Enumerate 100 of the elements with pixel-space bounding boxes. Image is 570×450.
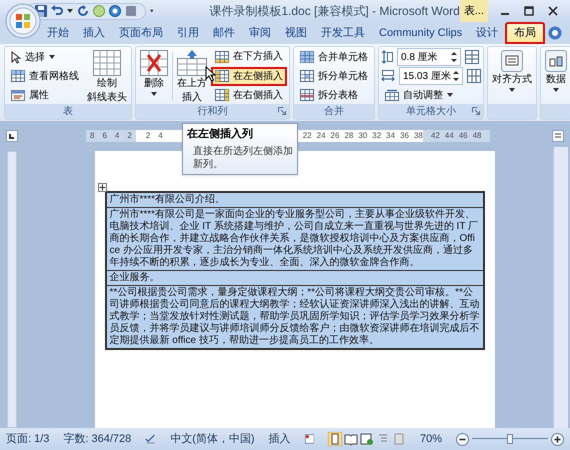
ruler-number: 48 xyxy=(472,130,482,142)
mouse-pointer-icon xyxy=(205,66,216,82)
window-title: 课件录制模板1.doc [兼容模式] - Microsoft Word xyxy=(209,3,460,20)
ribbon-large-button[interactable]: 对齐方式 xyxy=(490,48,534,92)
dialog-launcher-icon[interactable] xyxy=(278,107,286,115)
help-icon[interactable] xyxy=(548,26,562,40)
table-cell: **公司根据贵公司需求，量身定做课程大纲；**公司将课程大纲交贵公司审核。**公司讲师根据贵公司同意后的课程大纲教学；经软认证资深讲师深入浅出的讲解、互动式教学；当堂发放针对性测试题，帮助学员巩固所学知识；评估学员学习效果分析学员反馈，并将学员建议与讲师培训师分反馈给客户；由微软资深讲师在培训完成后不定期提供最新 office 技巧，帮助进一步提高员工的工作效率。 xyxy=(106,286,482,348)
ribbon-tab[interactable]: 审阅 xyxy=(242,22,278,44)
ruler-number: 46 xyxy=(458,130,468,142)
ruler-number: 6 xyxy=(102,130,107,142)
zoom-out-icon[interactable] xyxy=(456,432,469,446)
caret-icon xyxy=(150,9,154,13)
properties-icon xyxy=(11,89,25,101)
distribute-columns-icon[interactable] xyxy=(467,69,481,84)
table-icon xyxy=(11,70,25,82)
reading-layout-icon[interactable] xyxy=(344,432,358,446)
table-move-handle[interactable] xyxy=(98,183,106,192)
dialog-launcher-icon[interactable] xyxy=(472,107,480,115)
table-icon xyxy=(300,51,314,63)
ruler-number: 32 xyxy=(372,130,382,142)
insert-mode[interactable]: 插入 xyxy=(268,430,291,448)
ribbon-large-button[interactable]: 绘制 斜线表头 xyxy=(85,48,129,104)
ribbon-tab[interactable]: 页面布局 xyxy=(112,22,170,44)
ruler-number: 24 xyxy=(316,130,326,142)
delete-table-icon xyxy=(140,50,168,76)
distribute-rows-icon[interactable] xyxy=(465,50,479,64)
ribbon-tab[interactable]: 开始 xyxy=(40,22,76,44)
ruler-number: 44 xyxy=(444,130,454,142)
zoom-level[interactable]: 70% xyxy=(420,430,442,448)
insert-above-icon xyxy=(177,50,207,76)
proofing-icon[interactable] xyxy=(145,433,156,445)
ribbon-button[interactable]: 在下方插入 xyxy=(211,48,287,66)
word-count[interactable]: 字数: 364/728 xyxy=(63,430,132,448)
ribbon-button[interactable]: 自动调整 xyxy=(381,86,481,104)
ribbon-button[interactable]: 属性 xyxy=(7,86,83,104)
ribbon-large-button[interactable]: 删除 xyxy=(138,48,170,96)
field-value: 0.8 厘米 xyxy=(401,50,438,65)
autofit-icon xyxy=(385,89,399,102)
cursor-icon xyxy=(11,50,21,64)
ruler-toggle-icon[interactable] xyxy=(552,130,564,142)
field-value: 15.03 厘米 xyxy=(403,70,451,84)
undo-icon[interactable] xyxy=(51,5,64,17)
close-icon[interactable] xyxy=(548,6,558,16)
ruler-number: 22 xyxy=(302,130,312,142)
ruler-number: 36 xyxy=(400,130,409,142)
ruler-number: 2 xyxy=(146,130,150,142)
ribbon-tab[interactable]: 视图 xyxy=(278,22,314,44)
page-count[interactable]: 页面: 1/3 xyxy=(6,430,50,448)
ribbon-button[interactable]: 选择 xyxy=(7,48,83,66)
row-height-icon xyxy=(381,50,393,64)
size-field[interactable]: 15.03 厘米 xyxy=(399,67,463,86)
zoom-slider[interactable] xyxy=(472,434,548,444)
ribbon-button[interactable]: 拆分单元格 xyxy=(296,67,372,85)
maximize-icon[interactable] xyxy=(524,6,534,16)
ribbon-tab[interactable]: 插入 xyxy=(76,22,112,44)
ribbon-large-button[interactable]: 数据 xyxy=(543,48,569,92)
column-width-icon xyxy=(381,70,395,82)
language-status[interactable]: 中文(简体，中国) xyxy=(170,430,255,448)
contextual-tab-label: 表... xyxy=(460,0,488,22)
ribbon-tab[interactable]: Community Clips xyxy=(372,22,470,44)
table-icon xyxy=(215,89,229,102)
ribbon-button[interactable]: 查看网格线 xyxy=(7,67,83,85)
redo-icon[interactable] xyxy=(77,5,90,17)
web-layout-icon[interactable] xyxy=(360,432,374,446)
size-field[interactable]: 0.8 厘米 xyxy=(397,48,461,66)
tab-selector-button[interactable] xyxy=(6,130,18,142)
ribbon-tab[interactable]: 布局 xyxy=(505,22,546,44)
tooltip-description: 直接在所选列左侧添加新列。 xyxy=(192,145,293,171)
zoom-in-icon[interactable] xyxy=(551,432,564,446)
ruler-number: 2 xyxy=(127,130,132,142)
ruler-number: 4 xyxy=(158,130,163,142)
data-icon xyxy=(545,50,567,72)
caret-icon xyxy=(67,9,74,13)
circle-icon[interactable] xyxy=(109,5,122,17)
table-cell: 企业服务。 xyxy=(106,271,482,286)
ribbon-button[interactable]: 合并单元格 xyxy=(296,48,372,66)
group-label: 表 xyxy=(63,105,73,118)
print-layout-icon[interactable] xyxy=(328,432,342,446)
ribbon-tab[interactable]: 邮件 xyxy=(206,22,242,44)
group-label: 行和列 xyxy=(198,105,228,118)
ruler-number: 8 xyxy=(90,130,94,142)
group-label: 单元格大小 xyxy=(406,105,456,118)
spinner-icon xyxy=(451,51,457,64)
ribbon-large-button[interactable]: 在上方 插入 xyxy=(175,48,209,104)
macro-record-icon[interactable] xyxy=(304,433,314,445)
table-cell: 广州市****有限公司是一家面向企业的专业服务型公司，主要从事企业级软件开发、电脑技术培训、企业 IT 系统搭建与维护，公司自成立来一直重视与世界先进的 IT 厂商的长期合作，并建立战略合作伙伴关系，是微软授权培训中心及方案供应商，Office 办公应用开发专家，主治分销商一体化系统培训中心及系统开发供应商，通过多年持续不断的积累，逐步成长为专业、全面、深入的微软金牌合作商。 xyxy=(106,208,482,271)
ribbon-button[interactable]: 拆分表格 xyxy=(296,86,372,104)
ribbon-button[interactable]: 在右侧插入 xyxy=(211,86,287,104)
ruler-number: 26 xyxy=(330,130,340,142)
slider-thumb[interactable] xyxy=(507,434,513,444)
ribbon-button[interactable]: 在左侧插入 xyxy=(211,66,287,86)
vertical-scrollbar[interactable] xyxy=(553,147,568,428)
table-icon xyxy=(300,70,314,82)
ruler-number: 34 xyxy=(386,130,396,142)
table-icon xyxy=(300,89,314,101)
tooltip-title: 在左侧插入列 xyxy=(187,127,254,141)
ribbon-tab[interactable]: 设计 xyxy=(469,22,506,44)
ribbon-tab[interactable]: 开发工具 xyxy=(314,22,372,44)
ribbon-tab[interactable]: 引用 xyxy=(170,22,206,44)
ruler-number: 28 xyxy=(344,130,354,142)
